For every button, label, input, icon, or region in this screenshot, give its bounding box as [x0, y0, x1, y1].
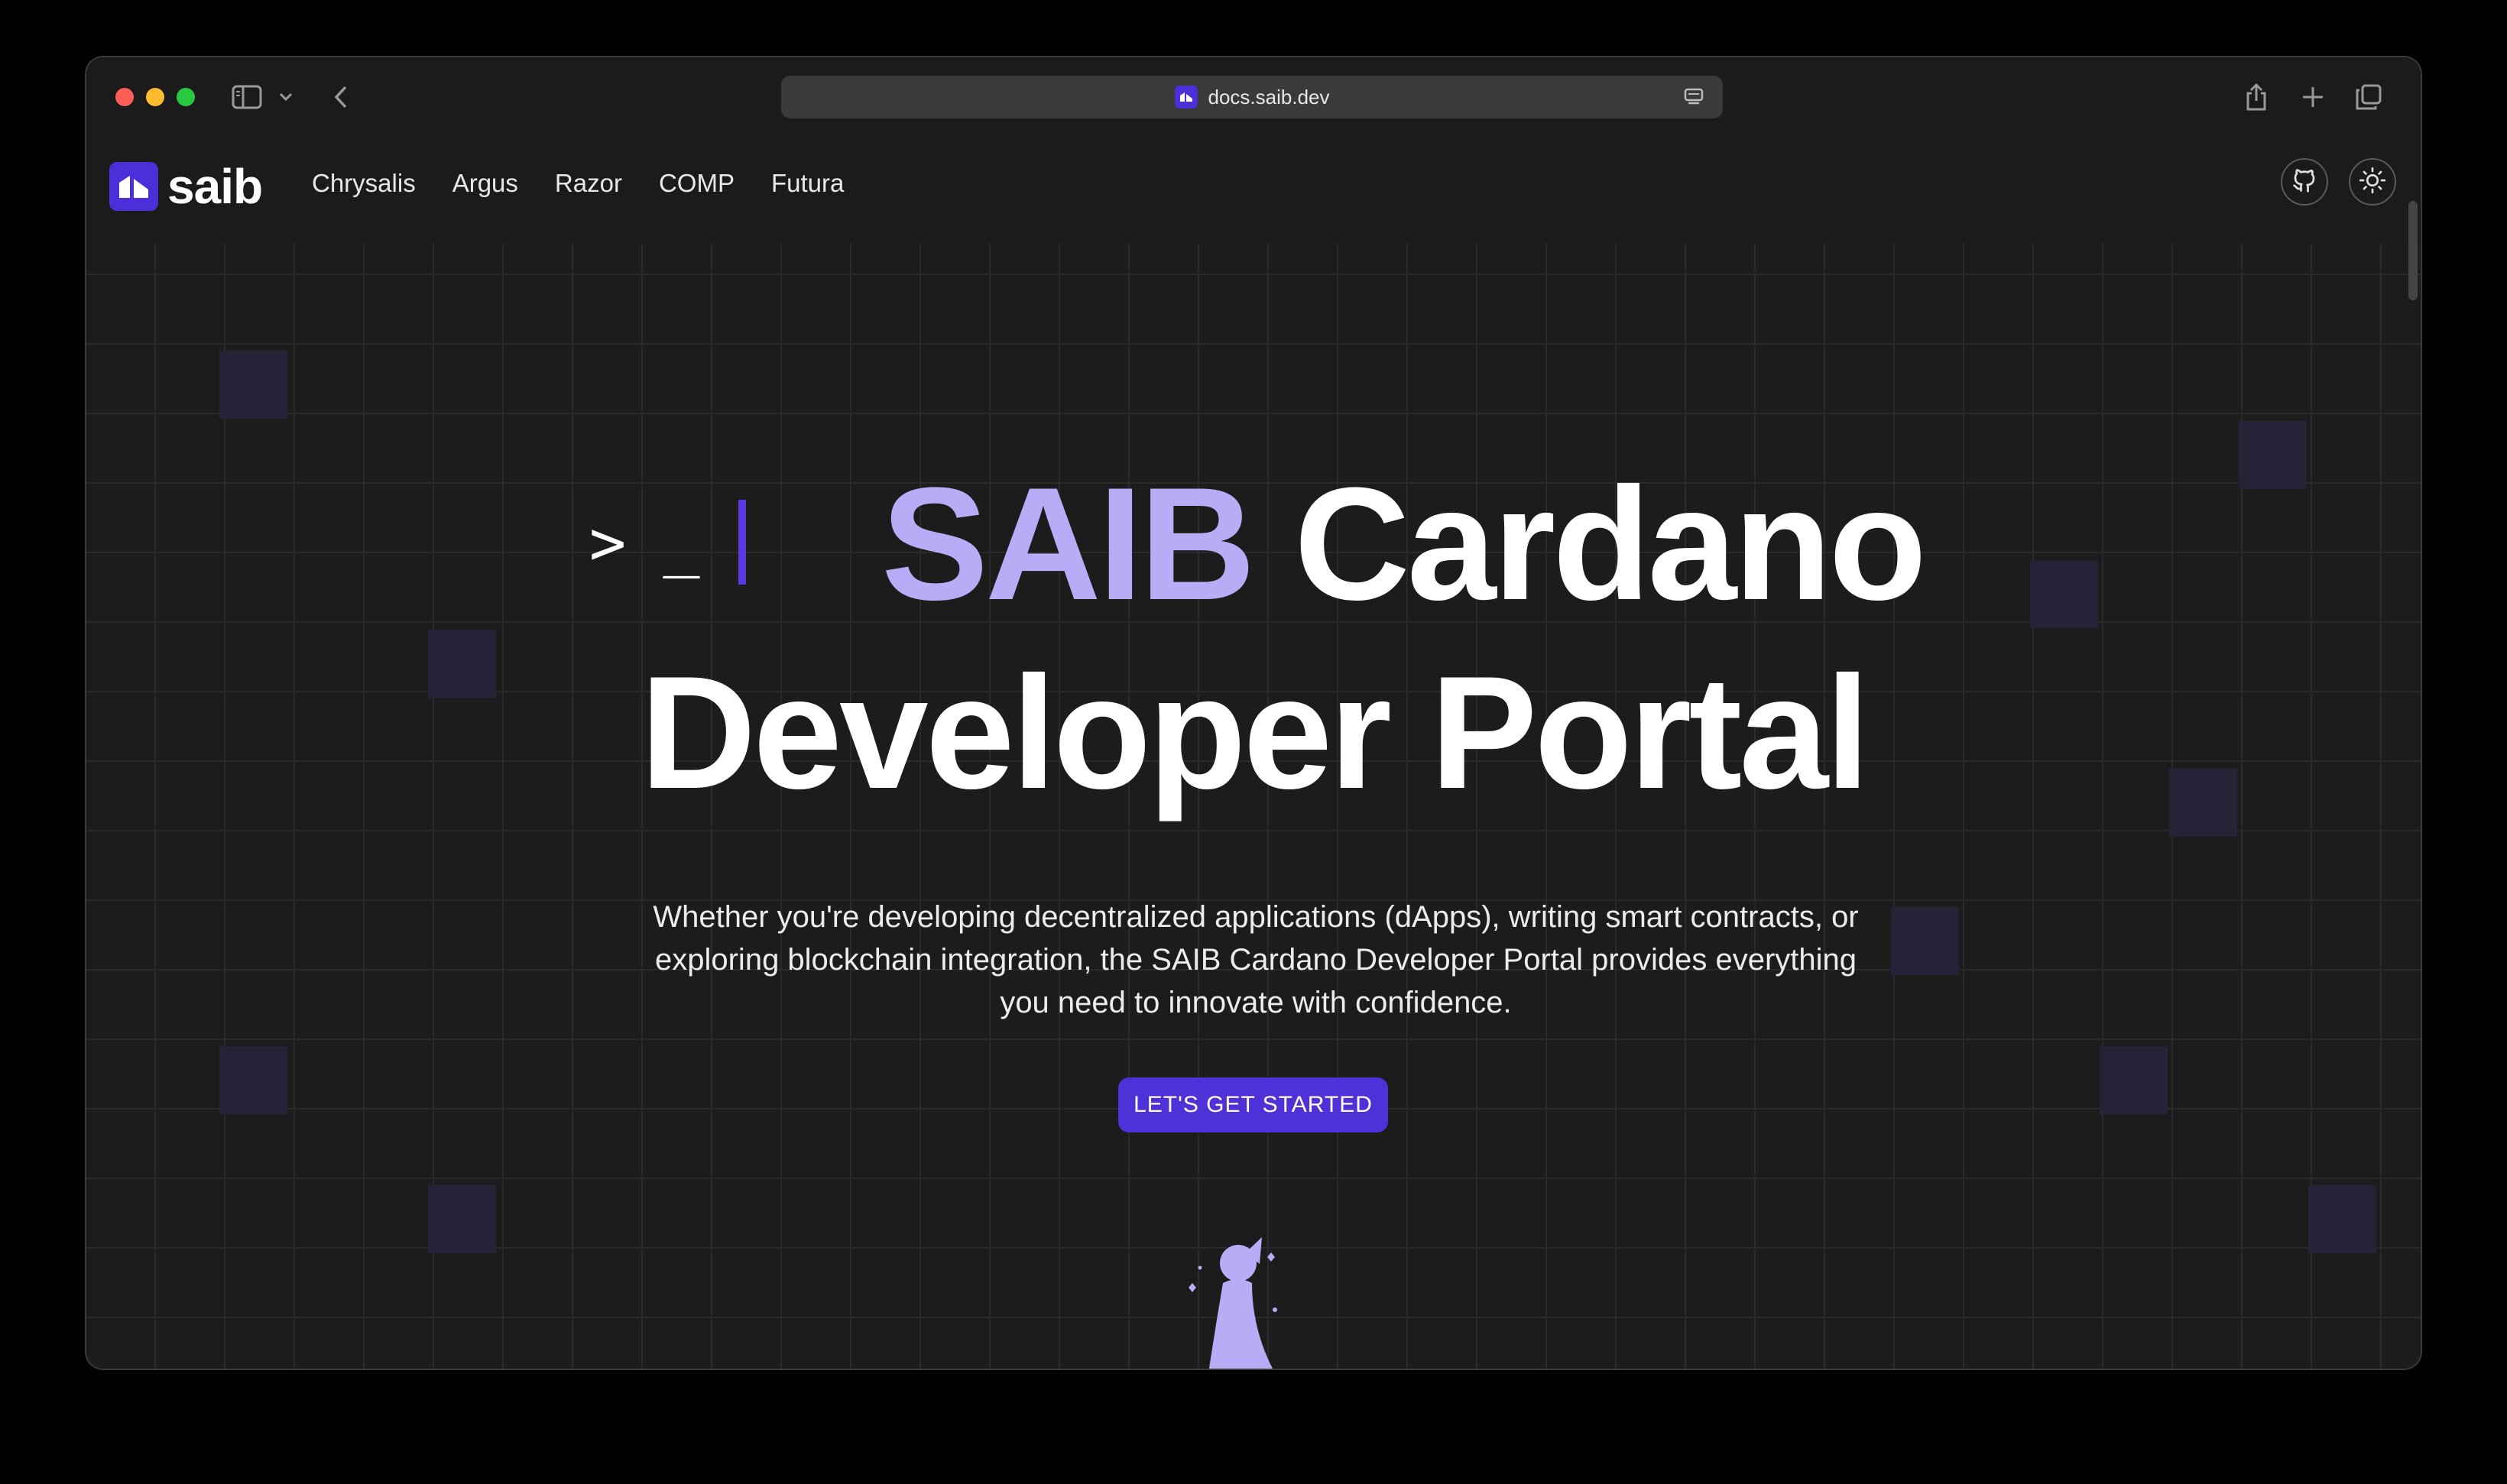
hero-title-line1: SAIB Cardano [881, 464, 1927, 624]
saib-logo-icon [109, 162, 158, 211]
hero-subtitle: Whether you're developing decentralized … [653, 900, 1859, 1019]
grid-square [2030, 560, 2098, 628]
terminal-prompt: > _ [589, 507, 700, 578]
browser-window: docs.saib.dev saib Chrysalis Argus Razor… [86, 57, 2421, 1369]
nav-link-comp[interactable]: COMP [659, 169, 735, 198]
browser-titlebar: docs.saib.dev [86, 57, 2421, 137]
back-arrow-icon[interactable] [329, 83, 352, 111]
new-tab-icon[interactable] [2298, 82, 2328, 112]
reader-mode-icon[interactable] [1683, 86, 1704, 108]
scrollbar-thumb[interactable] [2408, 201, 2418, 300]
maximize-window-button[interactable] [177, 88, 195, 106]
sidebar-toggle-icon[interactable] [232, 85, 262, 109]
grid-square [1891, 907, 1959, 975]
grid-square [428, 1185, 496, 1253]
grid-square [219, 1046, 287, 1114]
wizard-illustration [1183, 1199, 1298, 1369]
nav-link-chrysalis[interactable]: Chrysalis [312, 169, 416, 198]
sun-icon [2359, 167, 2386, 198]
nav-link-futura[interactable]: Futura [771, 169, 844, 198]
github-icon [2291, 167, 2318, 198]
site-favicon-icon [1174, 86, 1198, 109]
theme-toggle-button[interactable] [2349, 158, 2396, 206]
page-content: saib Chrysalis Argus Razor COMP Futura >… [86, 137, 2421, 1369]
minimize-window-button[interactable] [146, 88, 164, 106]
nav-link-razor[interactable]: Razor [555, 169, 622, 198]
nav-link-argus[interactable]: Argus [452, 169, 518, 198]
address-bar[interactable]: docs.saib.dev [781, 76, 1723, 118]
site-logo[interactable]: saib [109, 159, 263, 214]
grid-square [2308, 1185, 2376, 1253]
nav-links: Chrysalis Argus Razor COMP Futura [312, 169, 844, 198]
hero-title-highlight: SAIB [881, 454, 1256, 633]
share-icon[interactable] [2243, 82, 2269, 112]
logo-text: saib [167, 159, 263, 214]
get-started-button[interactable]: LET'S GET STARTED [1118, 1077, 1388, 1132]
hero-title-line2: Developer Portal [640, 643, 1870, 822]
grid-square [219, 351, 287, 419]
close-window-button[interactable] [115, 88, 134, 106]
grid-square [2100, 1046, 2168, 1114]
github-button[interactable] [2281, 158, 2328, 206]
grid-square [2239, 421, 2307, 489]
hero-title-rest: Cardano [1294, 454, 1927, 633]
site-navbar: saib Chrysalis Argus Razor COMP Futura [86, 137, 2421, 300]
chevron-down-icon[interactable] [277, 86, 294, 108]
tab-overview-icon[interactable] [2353, 82, 2384, 112]
url-text: docs.saib.dev [1208, 85, 1330, 109]
terminal-cursor [738, 500, 746, 585]
